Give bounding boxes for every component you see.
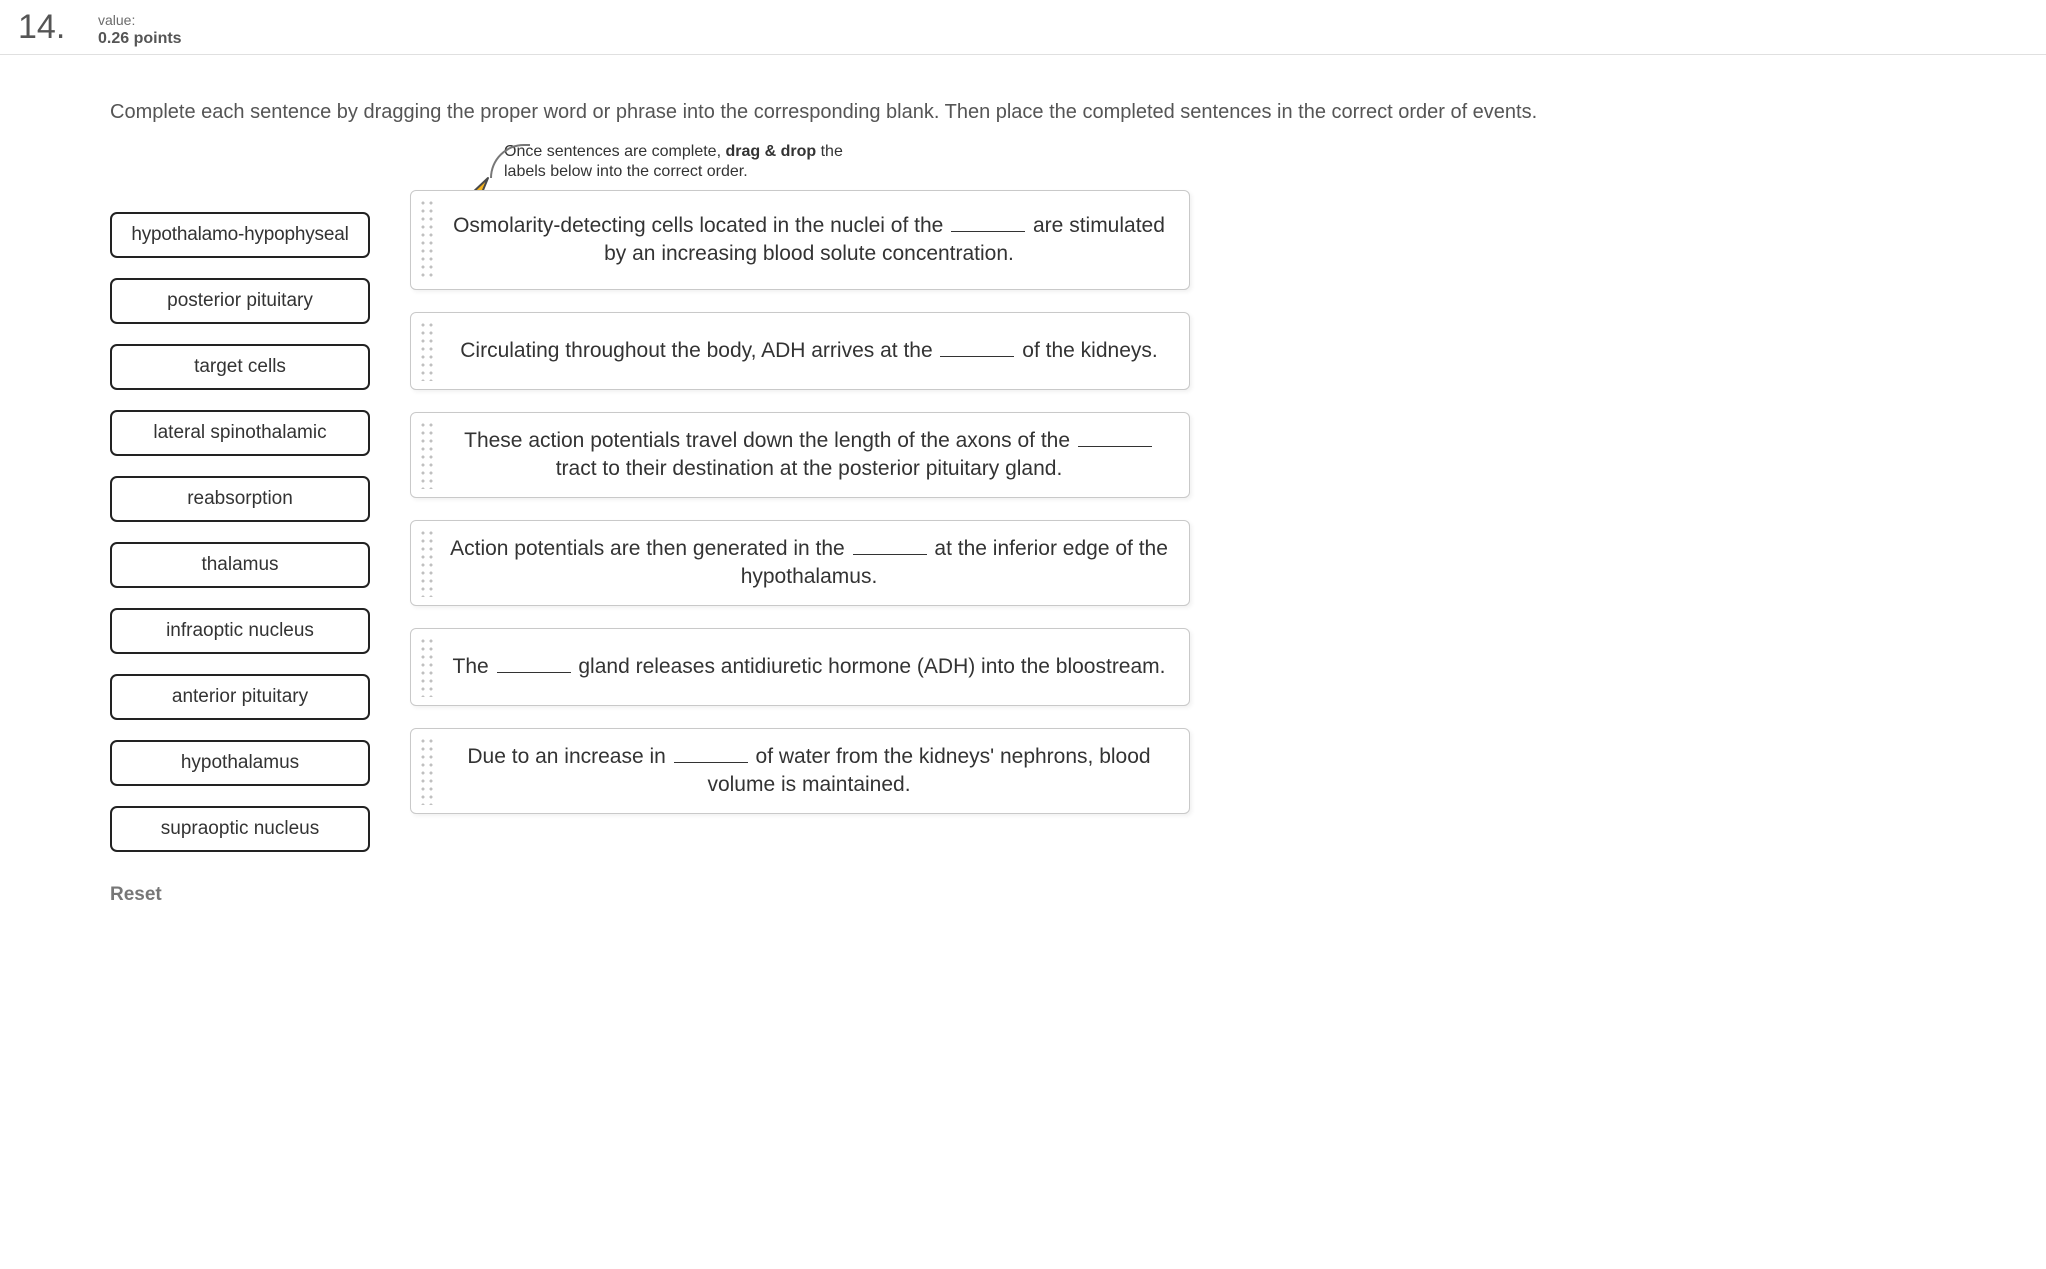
word-bank: hypothalamo-hypophyseal posterior pituit… [110,212,370,906]
sentence-text: These action potentials travel down the … [447,427,1171,483]
drag-handle-icon[interactable] [419,529,435,597]
blank-slot[interactable] [674,752,748,763]
chip-lateral-spinothalamic[interactable]: lateral spinothalamic [110,410,370,456]
drag-handle-icon[interactable] [419,199,435,281]
sentence-text: The gland releases antidiuretic hormone … [447,653,1171,681]
reset-button[interactable]: Reset [110,884,162,906]
chip-supraoptic-nucleus[interactable]: supraoptic nucleus [110,806,370,852]
drag-handle-icon[interactable] [419,321,435,381]
order-note: Once sentences are complete, drag & drop… [504,142,1190,182]
sentence-text: Osmolarity-detecting cells located in th… [447,212,1171,268]
chip-anterior-pituitary[interactable]: anterior pituitary [110,674,370,720]
drag-handle-icon[interactable] [419,421,435,489]
sentence-card[interactable]: Circulating throughout the body, ADH arr… [410,312,1190,390]
sentence-card[interactable]: Osmolarity-detecting cells located in th… [410,190,1190,290]
chip-thalamus[interactable]: thalamus [110,542,370,588]
sentence-card[interactable]: Action potentials are then generated in … [410,520,1190,606]
sentence-order-area: Once sentences are complete, drag & drop… [410,142,1190,836]
question-number: 14. [0,8,98,47]
blank-slot[interactable] [940,346,1014,357]
chip-posterior-pituitary[interactable]: posterior pituitary [110,278,370,324]
points-value: 0.26 points [98,30,182,48]
order-note-text: Once sentences are complete, [504,143,721,160]
drag-handle-icon[interactable] [419,637,435,697]
chip-infraoptic-nucleus[interactable]: infraoptic nucleus [110,608,370,654]
blank-slot[interactable] [853,544,927,555]
sentence-card[interactable]: The gland releases antidiuretic hormone … [410,628,1190,706]
order-note-text: labels below into the correct order. [504,162,1190,182]
sentence-card[interactable]: Due to an increase in of water from the … [410,728,1190,814]
sentence-text: Circulating throughout the body, ADH arr… [447,337,1171,365]
instructions-text: Complete each sentence by dragging the p… [110,101,2006,124]
sentence-text: Due to an increase in of water from the … [447,743,1171,799]
chip-hypothalamo-hypophyseal[interactable]: hypothalamo-hypophyseal [110,212,370,258]
order-note-bold: drag & drop [725,143,816,160]
sentence-text: Action potentials are then generated in … [447,535,1171,591]
blank-slot[interactable] [497,662,571,673]
chip-reabsorption[interactable]: reabsorption [110,476,370,522]
question-header: 14. value: 0.26 points [0,0,2046,55]
order-note-text: the [821,143,843,160]
value-label: value: [98,12,182,28]
sentence-card[interactable]: These action potentials travel down the … [410,412,1190,498]
chip-target-cells[interactable]: target cells [110,344,370,390]
blank-slot[interactable] [951,221,1025,232]
blank-slot[interactable] [1078,436,1152,447]
drag-handle-icon[interactable] [419,737,435,805]
chip-hypothalamus[interactable]: hypothalamus [110,740,370,786]
